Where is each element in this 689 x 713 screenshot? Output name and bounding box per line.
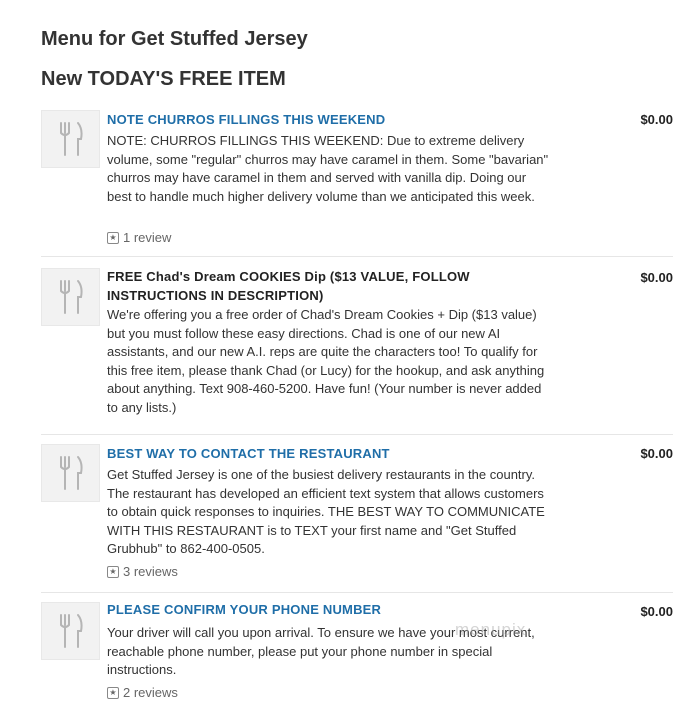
menu-item: NOTE CHURROS FILLINGS THIS WEEKEND $0.00…	[41, 110, 673, 260]
item-description: Get Stuffed Jersey is one of the busiest…	[107, 467, 545, 556]
menu-item: PLEASE CONFIRM YOUR PHONE NUMBER $0.00 Y…	[41, 602, 673, 707]
reviews-link[interactable]: ★ 1 review	[107, 230, 171, 245]
item-name-link[interactable]: BEST WAY TO CONTACT THE RESTAURANT	[107, 444, 547, 463]
divider	[41, 592, 673, 593]
star-box-icon: ★	[107, 565, 119, 578]
item-price: $0.00	[640, 446, 673, 461]
fork-knife-icon	[41, 444, 100, 502]
item-price: $0.00	[640, 270, 673, 285]
reviews-link[interactable]: ★ 2 reviews	[107, 685, 178, 700]
star-box-icon: ★	[107, 686, 119, 699]
item-description: We're offering you a free order of Chad'…	[107, 307, 545, 415]
divider	[41, 256, 673, 257]
fork-knife-icon	[41, 602, 100, 660]
item-name-link[interactable]: PLEASE CONFIRM YOUR PHONE NUMBER	[107, 600, 547, 619]
item-description: NOTE: CHURROS FILLINGS THIS WEEKEND: Due…	[107, 133, 549, 204]
watermark: menupix	[455, 620, 527, 639]
item-price: $0.00	[640, 112, 673, 127]
item-name-link[interactable]: NOTE CHURROS FILLINGS THIS WEEKEND	[107, 110, 547, 129]
fork-knife-icon	[41, 110, 100, 168]
page-title: Menu for Get Stuffed Jersey	[41, 28, 308, 50]
item-price: $0.00	[640, 604, 673, 619]
fork-knife-icon	[41, 268, 100, 326]
section-title: New TODAY'S FREE ITEM	[41, 68, 286, 90]
menu-item: BEST WAY TO CONTACT THE RESTAURANT $0.00…	[41, 444, 673, 589]
reviews-link[interactable]: ★ 3 reviews	[107, 564, 178, 579]
divider	[41, 434, 673, 435]
reviews-count: 2 reviews	[123, 685, 178, 700]
reviews-count: 3 reviews	[123, 564, 178, 579]
menu-item: FREE Chad's Dream COOKIES Dip ($13 VALUE…	[41, 268, 673, 433]
item-name: FREE Chad's Dream COOKIES Dip ($13 VALUE…	[107, 269, 470, 303]
star-box-icon: ★	[107, 231, 119, 244]
reviews-count: 1 review	[123, 230, 172, 245]
